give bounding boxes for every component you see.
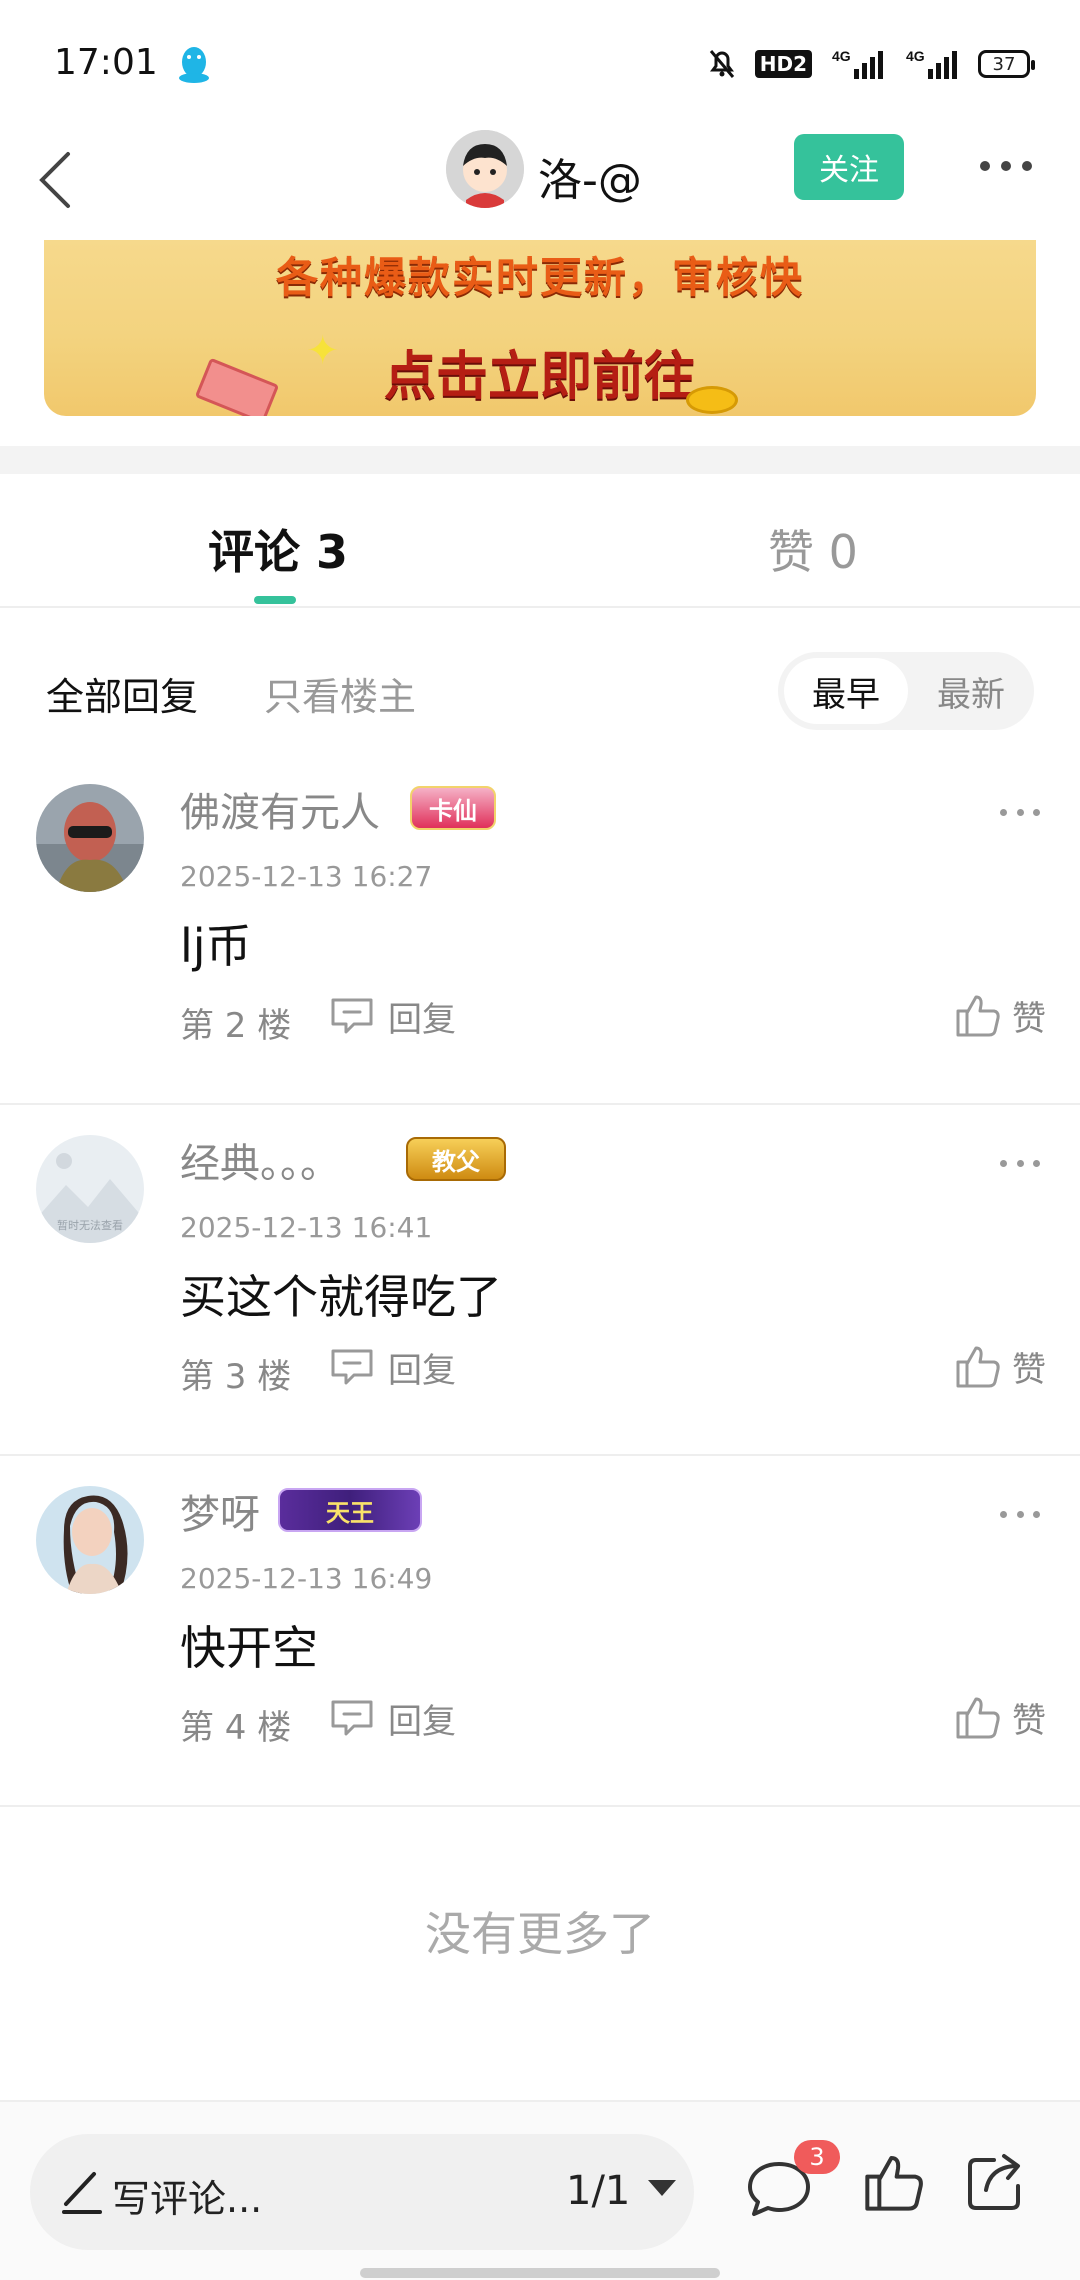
- caret-down-icon[interactable]: [648, 2180, 676, 2196]
- user-level-badge: 天王: [278, 1488, 422, 1532]
- svg-text:4G: 4G: [906, 48, 925, 64]
- filter-all-replies[interactable]: 全部回复: [46, 666, 198, 721]
- reply-label: 回复: [388, 999, 456, 1040]
- reply-filters: 全部回复 只看楼主 最早 最新: [0, 640, 1080, 740]
- battery-icon: 37: [978, 50, 1035, 78]
- reply-bubble-icon: [331, 998, 373, 1034]
- section-divider: [0, 446, 1080, 474]
- tab-bar: 评论 3 赞 0: [0, 474, 1080, 608]
- active-tab-indicator: [254, 596, 296, 604]
- signal-4g-icon: 4G: [830, 47, 886, 81]
- like-button[interactable]: 赞: [954, 1339, 1046, 1393]
- commenter-avatar[interactable]: 暂时无法查看: [36, 1135, 144, 1243]
- comment-time: 2025-12-13 16:27: [180, 860, 433, 893]
- sort-earliest-button[interactable]: 最早: [784, 658, 908, 724]
- comment-more-icon[interactable]: [1000, 1504, 1040, 1524]
- more-options-icon[interactable]: [976, 146, 1036, 186]
- banner-headline: 各种爆款实时更新，审核快: [275, 253, 804, 302]
- thumbs-up-icon: [956, 995, 1000, 1037]
- share-icon[interactable]: [964, 2150, 1028, 2214]
- reply-label: 回复: [388, 1350, 456, 1391]
- commenter-name[interactable]: 佛渡有元人: [180, 780, 380, 838]
- user-level-badge: 卡仙: [410, 786, 496, 830]
- thumbs-up-icon: [956, 1697, 1000, 1739]
- banner-cta: 点击立即前往: [383, 347, 696, 407]
- comment-item: 佛渡有元人 卡仙 2025-12-13 16:27 lj币 第 2 楼 回复 赞: [0, 754, 1080, 1105]
- status-bar: 17:01 HD2 4G 4G 37: [0, 0, 1080, 130]
- comment-more-icon[interactable]: [1000, 1153, 1040, 1173]
- page-indicator[interactable]: 1/1: [566, 2168, 630, 2214]
- reply-button[interactable]: 回复: [328, 1345, 456, 1391]
- like-button[interactable]: 赞: [954, 988, 1046, 1042]
- tab-likes[interactable]: 赞 0: [768, 516, 858, 582]
- write-comment-label: 写评论...: [112, 2177, 263, 2221]
- floor-number: 第 4 楼: [180, 1708, 292, 1748]
- commenter-name[interactable]: 梦呀: [180, 1482, 260, 1540]
- post-header: 洛-@ 关注: [0, 120, 1080, 240]
- coin-icon: [686, 386, 738, 414]
- like-label: 赞: [1012, 1700, 1046, 1741]
- comment-time: 2025-12-13 16:41: [180, 1211, 433, 1244]
- signal-4g-icon-2: 4G: [904, 47, 960, 81]
- comment-count-badge: 3: [794, 2140, 840, 2174]
- author-avatar[interactable]: [446, 130, 524, 208]
- svg-text:暂时无法查看: 暂时无法查看: [57, 1218, 123, 1232]
- comment-item: 暂时无法查看 经典。。。 教父 2025-12-13 16:41 买这个就得吃了…: [0, 1105, 1080, 1456]
- reply-bubble-icon: [331, 1349, 373, 1385]
- comment-item: 梦呀 天王 2025-12-13 16:49 快开空 第 4 楼 回复 赞: [0, 1456, 1080, 1807]
- hd-voice-icon: HD2: [754, 50, 812, 78]
- comment-time: 2025-12-13 16:49: [180, 1562, 433, 1595]
- mute-bell-icon: [707, 48, 737, 80]
- thumbs-up-icon: [956, 1346, 1000, 1388]
- comment-content: 快开空: [180, 1621, 318, 1675]
- filter-op-only[interactable]: 只看楼主: [264, 666, 416, 721]
- floor-number: 第 2 楼: [180, 1006, 292, 1046]
- commenter-avatar[interactable]: [36, 1486, 144, 1594]
- tab-comments[interactable]: 评论 3: [208, 516, 348, 582]
- status-time: 17:01: [54, 42, 158, 83]
- reply-button[interactable]: 回复: [328, 994, 456, 1040]
- sort-toggle: 最早 最新: [778, 652, 1034, 730]
- user-level-badge: 教父: [406, 1137, 506, 1181]
- follow-button[interactable]: 关注: [794, 134, 904, 200]
- thumbs-up-icon[interactable]: [862, 2150, 926, 2214]
- comment-content: lj币: [180, 919, 252, 973]
- commenter-avatar[interactable]: [36, 784, 144, 892]
- qq-penguin-icon: [176, 44, 212, 84]
- promo-banner[interactable]: 各种爆款实时更新，审核快 ✦ 点击立即前往: [44, 240, 1036, 416]
- like-button[interactable]: 赞: [954, 1690, 1046, 1744]
- reply-bubble-icon: [331, 1700, 373, 1736]
- home-indicator[interactable]: [360, 2268, 720, 2278]
- pencil-icon: [62, 2172, 102, 2214]
- like-label: 赞: [1012, 998, 1046, 1039]
- back-button[interactable]: [26, 138, 86, 222]
- sort-newest-button[interactable]: 最新: [914, 658, 1028, 724]
- like-label: 赞: [1012, 1349, 1046, 1390]
- commenter-name[interactable]: 经典。。。: [180, 1131, 340, 1189]
- write-comment-input[interactable]: 写评论... 1/1: [30, 2134, 694, 2250]
- svg-text:4G: 4G: [832, 48, 851, 64]
- status-icons: HD2 4G 4G 37: [707, 44, 1035, 84]
- reply-button[interactable]: 回复: [328, 1696, 456, 1742]
- comment-content: 买这个就得吃了: [180, 1270, 502, 1324]
- chevron-left-icon: [39, 152, 70, 208]
- end-of-list-text: 没有更多了: [425, 1907, 655, 1961]
- comment-more-icon[interactable]: [1000, 802, 1040, 822]
- bottom-action-bar: 写评论... 1/1 3: [0, 2100, 1080, 2280]
- reply-label: 回复: [388, 1701, 456, 1742]
- author-username[interactable]: 洛-@: [538, 144, 642, 208]
- floor-number: 第 3 楼: [180, 1357, 292, 1397]
